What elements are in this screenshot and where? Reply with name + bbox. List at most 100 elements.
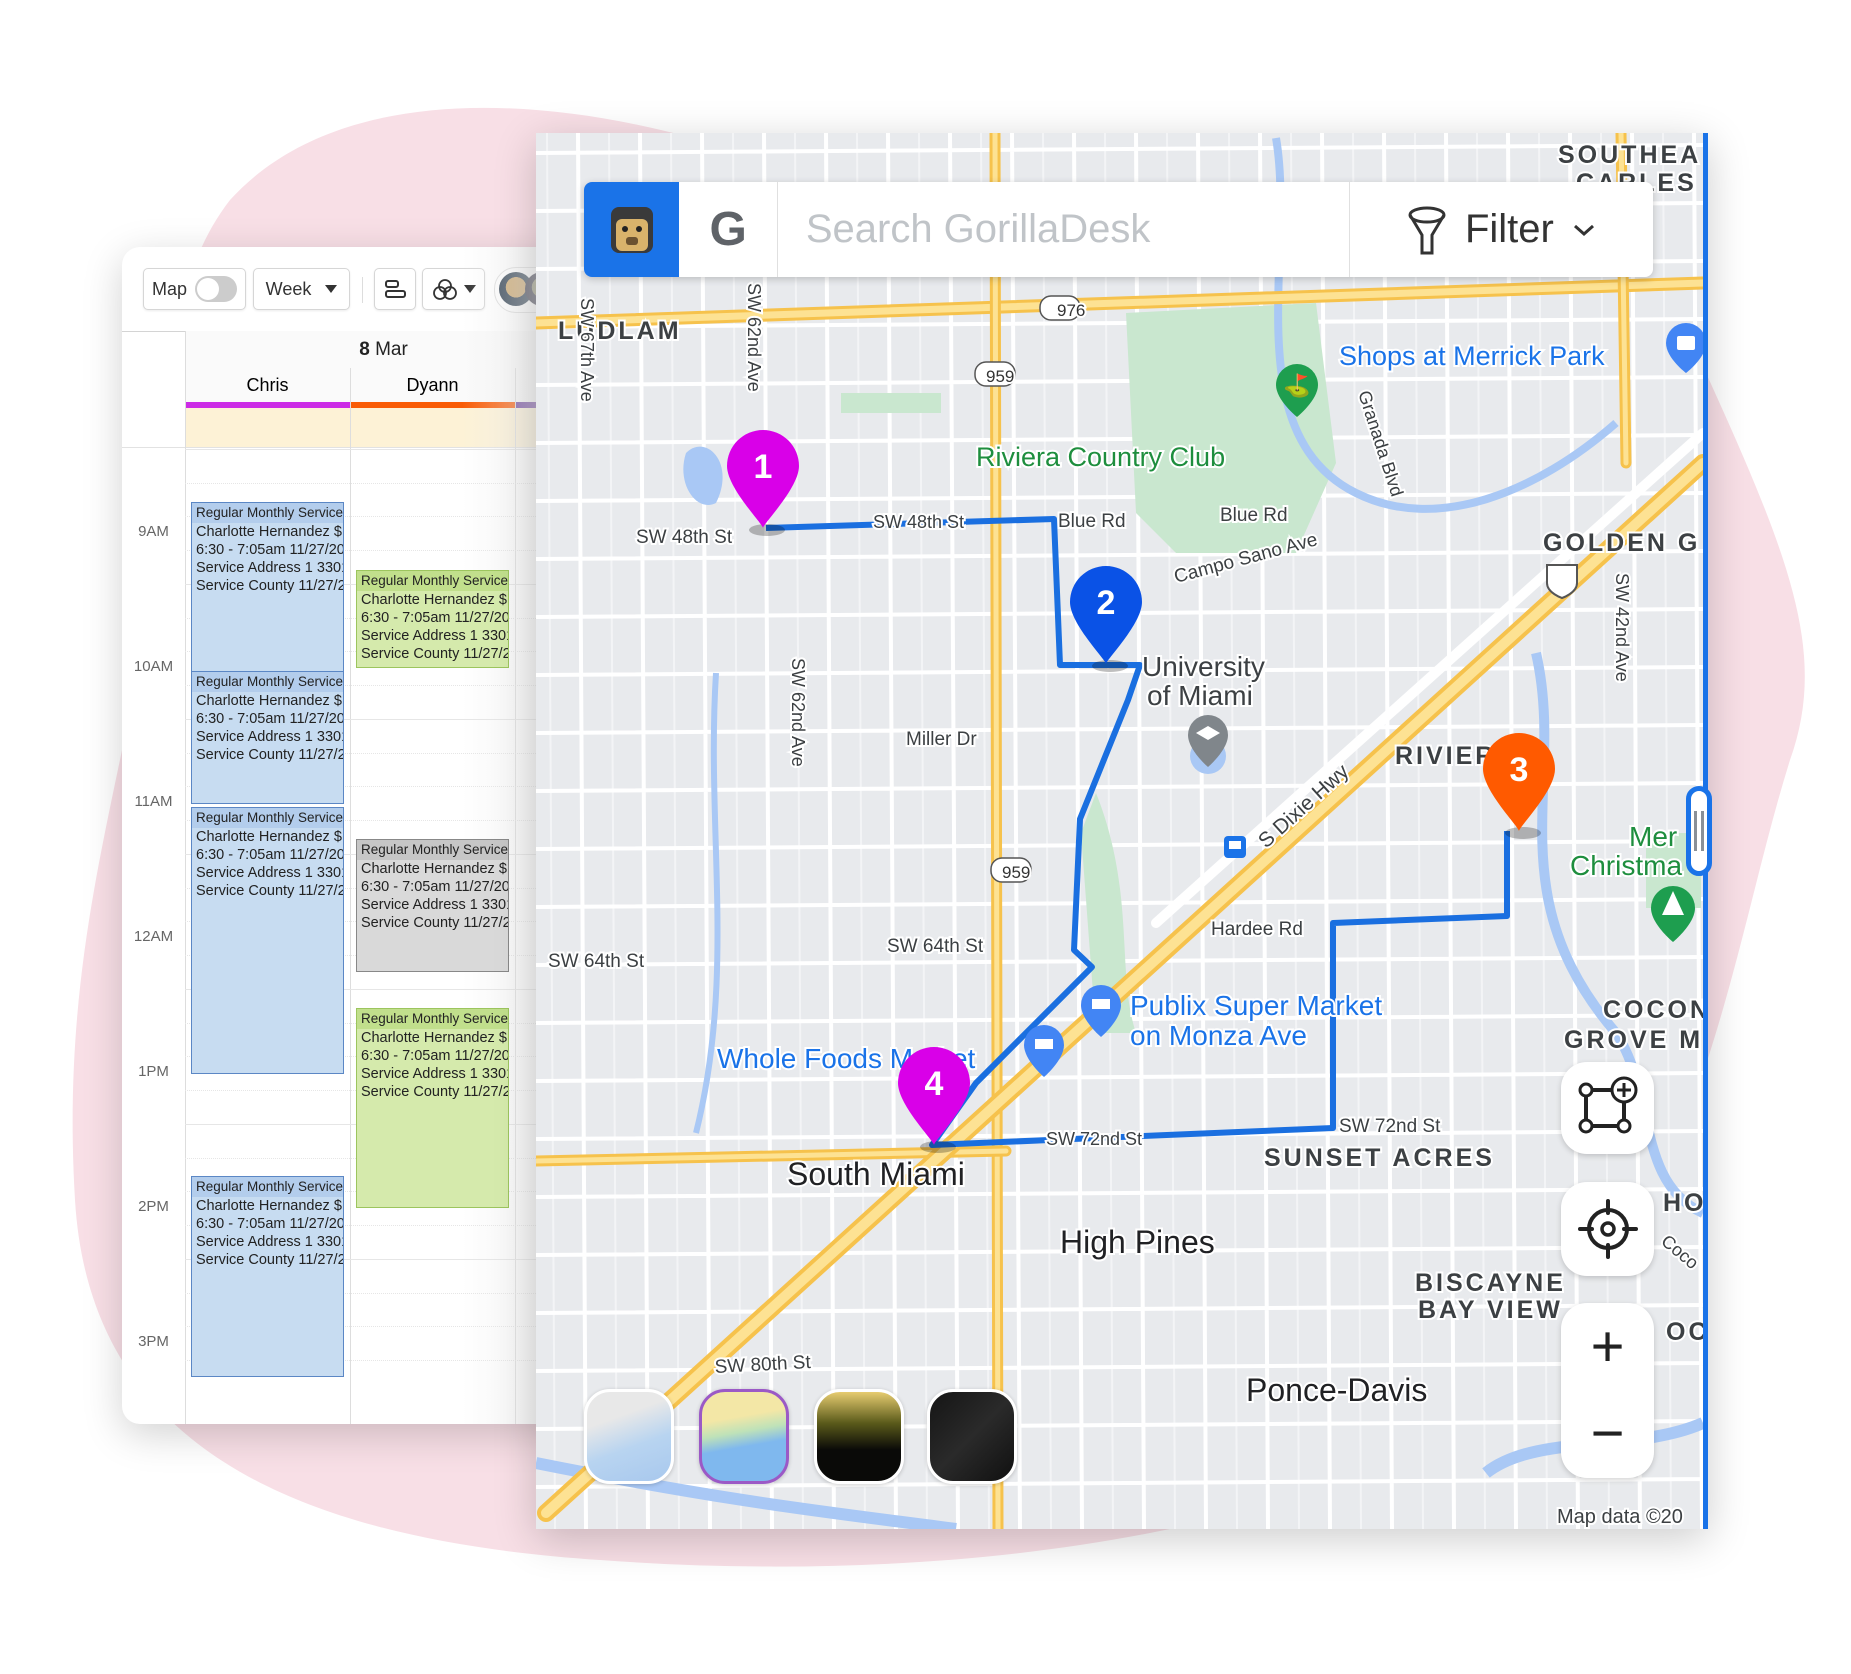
appointment-card[interactable]: Regular Monthly Service $ Charlotte Herna…	[191, 671, 344, 804]
map-label-bluerd1: Blue Rd	[1058, 511, 1126, 532]
gorilladesk-logo-button[interactable]	[584, 182, 680, 277]
draw-area-button[interactable]	[1561, 1062, 1654, 1154]
appointment-title: Regular Monthly Service $	[192, 503, 343, 523]
hour-label: 11AM	[134, 793, 173, 810]
date-day: 8	[359, 339, 370, 360]
align-left-icon	[385, 280, 406, 298]
filter-button[interactable]: Filter	[1348, 182, 1653, 277]
map-label-bisc1: BISCAYNE	[1415, 1269, 1566, 1297]
map-label-sw67: SW 67th Ave	[577, 298, 597, 402]
map-label-publix2: on Monza Ave	[1130, 1020, 1307, 1051]
locate-me-button[interactable]	[1561, 1182, 1654, 1276]
hour-label: 12AM	[133, 928, 174, 945]
appointment-title: Regular Monthly Service $	[192, 672, 343, 692]
map-toggle-label: Map	[151, 278, 187, 299]
divider	[185, 331, 186, 1424]
appointment-customer: Charlotte Hernandez $	[196, 1198, 342, 1214]
zoom-out-button[interactable]: −	[1591, 1405, 1625, 1463]
map-label-sw64a: SW 64th St	[548, 951, 645, 972]
search-bar: G Filter	[584, 182, 1653, 277]
align-button[interactable]	[374, 268, 416, 310]
stop-number: 2	[1097, 584, 1116, 622]
appointment-address: Service Address 1 3301	[361, 1066, 509, 1082]
toolbar-divider	[362, 277, 363, 303]
map-label-rivier: RIVIER	[1395, 742, 1496, 770]
map-label-r959a: 959	[986, 367, 1014, 386]
map-label-sw80: SW 80th St	[714, 1352, 812, 1378]
map-label-publix1: Publix Super Market	[1130, 990, 1382, 1021]
hour-label: 3PM	[138, 1333, 169, 1350]
map-label-riviera: Riviera Country Club	[976, 442, 1225, 472]
map-type-default[interactable]	[699, 1389, 789, 1484]
caret-down-icon	[325, 285, 338, 293]
map-label-sw62b: SW 62nd Ave	[788, 658, 808, 767]
appointment-time: 6:30 - 7:05am 11/27/20	[361, 879, 509, 895]
map-label-southea: SOUTHEA	[1558, 141, 1701, 169]
map-label-r976: 976	[1057, 301, 1085, 320]
map-type-terrain[interactable]	[584, 1389, 674, 1484]
appointment-title: Regular Monthly Service $	[357, 571, 508, 591]
appointment-time: 6:30 - 7:05am 11/27/20	[196, 711, 344, 727]
appointment-card[interactable]: Regular Monthly Service $ Charlotte Herna…	[356, 1008, 509, 1208]
technician-chris[interactable]: Chris	[185, 368, 350, 402]
appointment-county: Service County 11/27/2	[196, 747, 344, 763]
grid-line	[185, 449, 582, 450]
stop-number: 1	[754, 448, 773, 486]
view-select-label: Week	[265, 278, 312, 299]
map-label-ponce: Ponce-Davis	[1246, 1372, 1427, 1408]
map-label-oc: OC	[1666, 1318, 1703, 1346]
map-type-dark[interactable]	[927, 1389, 1017, 1484]
park-area	[841, 393, 941, 413]
appointment-address: Service Address 1 3301	[361, 897, 509, 913]
map-label-attribution: Map data ©20	[1557, 1506, 1683, 1528]
appointment-county: Service County 11/27/2	[196, 578, 344, 594]
search-input[interactable]	[777, 182, 1349, 277]
map-label-miller: Miller Dr	[906, 729, 977, 750]
route-1-shield	[1546, 564, 1578, 600]
hour-label: 9AM	[138, 523, 169, 540]
appointment-time: 6:30 - 7:05am 11/27/20	[361, 610, 509, 626]
map-type-satellite[interactable]	[814, 1389, 904, 1484]
zoom-in-button[interactable]: +	[1591, 1317, 1625, 1376]
stop-number: 3	[1510, 751, 1529, 789]
appointment-county: Service County 11/27/2	[196, 883, 344, 899]
toggle-switch[interactable]	[195, 276, 237, 302]
appointment-county: Service County 11/27/2	[361, 1084, 509, 1100]
appointment-card[interactable]: Regular Monthly Service $ Charlotte Herna…	[356, 570, 509, 668]
appointment-address: Service Address 1 3301	[196, 865, 344, 881]
hour-label: 1PM	[138, 1063, 169, 1080]
appointment-card[interactable]: Regular Monthly Service $ Charlotte Herna…	[356, 839, 509, 972]
appointment-customer: Charlotte Hernandez $	[196, 829, 342, 845]
map-label-coco3: Coco	[1657, 1231, 1702, 1273]
map-canvas[interactable]: LUDLAMSW 67th Ave SW 62nd Ave SW 62nd Ave S…	[536, 133, 1703, 1529]
appointment-title: Regular Monthly Service $	[192, 1177, 343, 1197]
filter-label: Filter	[1464, 207, 1554, 251]
divider	[350, 368, 351, 1424]
map-label-sw42: SW 42nd Ave	[1612, 573, 1632, 682]
svg-text:⛳: ⛳	[1283, 373, 1310, 399]
map-label-southmiami: South Miami	[787, 1156, 965, 1192]
map-label-coco2: GROVE M	[1564, 1026, 1703, 1054]
route-stop-pin[interactable]: 2	[1070, 566, 1142, 672]
google-search-toggle[interactable]: G	[679, 182, 778, 277]
appointment-address: Service Address 1 3301	[196, 729, 344, 745]
shopping-icon	[1666, 323, 1703, 373]
appointment-card[interactable]: Regular Monthly Service $ Charlotte Herna…	[191, 1176, 344, 1377]
appointment-card[interactable]: Regular Monthly Service $ Charlotte Herna…	[191, 807, 344, 1074]
appointment-title: Regular Monthly Service $	[192, 808, 343, 828]
map-toggle-button[interactable]: Map	[143, 268, 246, 310]
view-select[interactable]: Week	[253, 268, 350, 310]
map-label-dixie: S Dixie Hwy	[1254, 760, 1354, 853]
chevron-down-icon	[1573, 224, 1594, 236]
route-stop-pin[interactable]: 1	[727, 430, 799, 536]
map-panel[interactable]: LUDLAM SW 67th Ave SW 62nd Ave SW 62nd Ave S…	[536, 133, 1708, 1529]
appointment-customer: Charlotte Hernandez $	[196, 693, 342, 709]
panel-resize-handle[interactable]	[1686, 786, 1712, 876]
date-month: Mar	[375, 339, 408, 360]
calendar-panel: Map Week 8 Mar Chris Dyann 9AM 10AM 11AM 12…	[122, 247, 582, 1424]
appointment-title: Regular Monthly Service $	[357, 1009, 508, 1029]
grid-line	[185, 483, 582, 484]
map-label-ludlam: LUDLAM	[558, 317, 682, 345]
map-label-bisc2: BAY VIEW	[1418, 1296, 1563, 1324]
stop-number: 4	[925, 1065, 944, 1103]
